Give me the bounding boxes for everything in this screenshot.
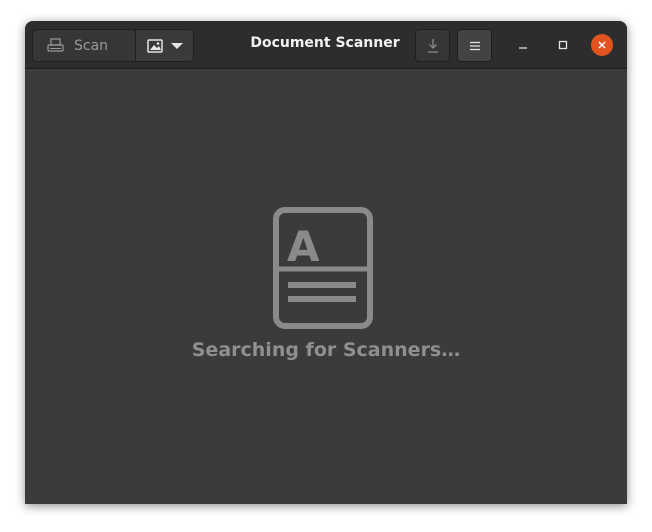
close-icon xyxy=(597,40,607,50)
status-message: Searching for Scanners… xyxy=(191,339,461,361)
document-placeholder-icon: A xyxy=(273,207,373,333)
close-button[interactable] xyxy=(591,34,613,56)
maximize-icon xyxy=(558,40,568,50)
scan-button[interactable]: Scan xyxy=(32,29,136,62)
save-button[interactable] xyxy=(415,29,450,62)
main-menu-button[interactable] xyxy=(457,29,492,62)
minimize-icon xyxy=(518,40,528,50)
hamburger-menu-icon xyxy=(469,41,481,51)
app-window: Scan Document Scanner A Searching for Sc… xyxy=(25,21,627,504)
photo-icon xyxy=(146,38,163,53)
dropdown-arrow-icon xyxy=(170,42,183,50)
svg-text:A: A xyxy=(287,222,320,271)
scan-button-label: Scan xyxy=(74,37,109,54)
minimize-button[interactable] xyxy=(512,34,534,56)
document-type-dropdown[interactable] xyxy=(135,29,194,62)
header-bar: Scan Document Scanner xyxy=(25,21,627,69)
window-title: Document Scanner xyxy=(250,35,400,51)
maximize-button[interactable] xyxy=(552,34,574,56)
save-icon xyxy=(426,38,440,54)
scanner-icon xyxy=(47,38,64,53)
